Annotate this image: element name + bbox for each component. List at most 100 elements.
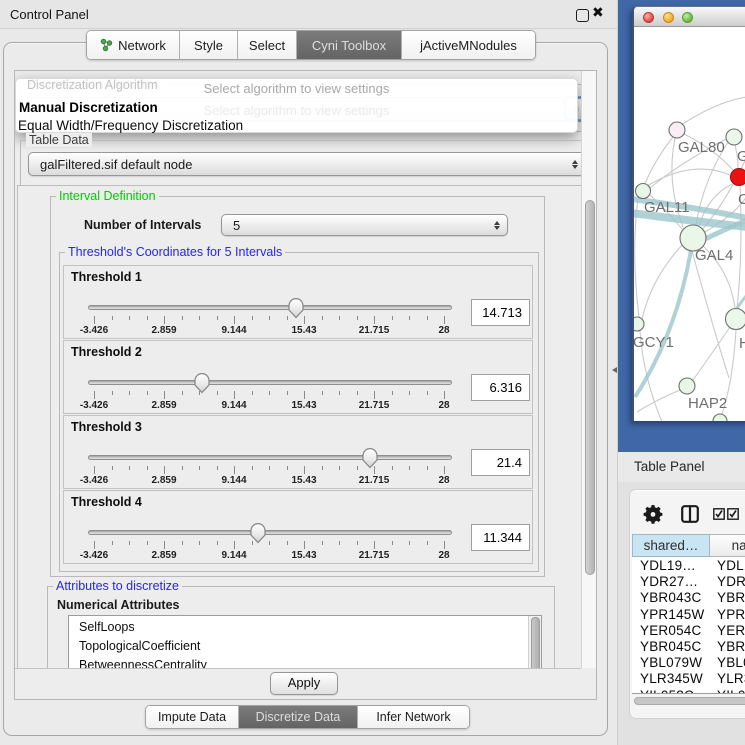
table-cell-shared-name: YDR27… <box>640 574 698 589</box>
table-row[interactable]: YBR043CYBR043C <box>632 590 745 607</box>
dropdown-item-equal-width[interactable]: Equal Width/Frequency Discretization <box>18 118 243 133</box>
close-traffic-light-icon[interactable] <box>643 12 654 23</box>
gear-icon[interactable] <box>643 504 663 524</box>
slider-tick <box>182 541 183 545</box>
network-edge[interactable] <box>645 137 673 184</box>
network-node-gcy1[interactable] <box>634 317 644 331</box>
settings-vertical-scrollbar[interactable] <box>581 71 596 668</box>
tab-impute-data[interactable]: Impute Data <box>146 706 239 728</box>
tab-label: Network <box>118 38 166 53</box>
table-header-row: shared…name <box>632 534 745 557</box>
close-icon[interactable]: ✖ <box>592 4 604 21</box>
attribute-list-item[interactable]: BetweennessCentrality <box>69 656 541 669</box>
slider-scale-label: 2.859 <box>151 400 176 411</box>
network-node-ga[interactable] <box>726 129 742 145</box>
threshold-value-field[interactable]: 6.316 <box>471 374 530 401</box>
threshold-value-field[interactable]: 21.4 <box>471 449 530 476</box>
table-column-header-name[interactable]: name <box>710 534 745 557</box>
network-node-label: GAL11 <box>644 199 690 216</box>
tab-style[interactable]: Style <box>180 31 238 59</box>
table-row[interactable]: YLR345WYLR345W <box>632 671 745 688</box>
network-edge[interactable] <box>647 169 730 186</box>
table-column-header-shared-name[interactable]: shared… <box>632 534 710 557</box>
minimize-traffic-light-icon[interactable] <box>663 12 674 23</box>
slider-thumb[interactable] <box>249 522 267 544</box>
slider-tick <box>392 466 393 470</box>
slider-tick <box>304 466 305 474</box>
number-of-intervals-combobox[interactable]: 5 <box>221 214 508 236</box>
network-node-hap2[interactable] <box>679 378 695 394</box>
threshold-1-box: Threshold 1-3.4262.8599.14415.4321.71528… <box>63 265 533 339</box>
checkbox-icon[interactable] <box>727 508 739 520</box>
slider-tick <box>269 316 270 320</box>
network-edge[interactable] <box>693 327 730 380</box>
attribute-list-item[interactable]: TopologicalCoefficient <box>69 637 541 656</box>
table-row[interactable]: YBL079WYBL079W <box>632 655 745 672</box>
threshold-3-box: Threshold 3-3.4262.8599.14415.4321.71528… <box>63 415 533 489</box>
table-row[interactable]: YDR27…YDR27 <box>632 574 745 591</box>
slider-tick <box>374 316 375 324</box>
slider-tick <box>94 391 95 399</box>
attributes-list-scrollbar-thumb[interactable] <box>531 617 540 669</box>
network-edge[interactable] <box>681 97 745 125</box>
network-window-titlebar[interactable] <box>634 7 745 27</box>
combo-stepper-icon <box>565 153 581 175</box>
slider-track[interactable] <box>88 530 452 535</box>
slider-scale-label: 15.43 <box>291 325 316 336</box>
tab-jactivemnodules[interactable]: jActiveMNodules <box>402 31 535 59</box>
slider-track[interactable] <box>88 380 452 385</box>
apply-button[interactable]: Apply <box>270 672 338 695</box>
slider-tick <box>269 541 270 545</box>
network-node-gal80[interactable] <box>669 122 685 138</box>
network-edge[interactable] <box>692 251 729 378</box>
threshold-value-field[interactable]: 11.344 <box>471 524 530 551</box>
slider-scale-label: 15.43 <box>291 400 316 411</box>
dropdown-item-manual-discretization[interactable]: Manual Discretization <box>19 100 158 115</box>
network-node-label: C <box>738 191 745 208</box>
network-node-gal11[interactable] <box>636 184 651 199</box>
table-row[interactable]: YER054CYER054C <box>632 623 745 640</box>
network-canvas[interactable]: GAL80GACGAL11GAL4GCY1HHAP2 <box>634 27 745 421</box>
tab-label: jActiveMNodules <box>420 38 517 53</box>
control-panel-titlebar <box>0 0 618 29</box>
table-data-combobox[interactable]: galFiltered.sif default node <box>28 152 581 176</box>
dropdown-prompt-item[interactable]: Select algorithm to view settings <box>16 81 577 96</box>
tab-discretize-data[interactable]: Discretize Data <box>239 706 358 728</box>
slider-scale-label: 9.144 <box>221 475 246 486</box>
table-row[interactable]: YPR145WYPR145W <box>632 607 745 624</box>
slider-thumb[interactable] <box>361 447 379 469</box>
split-columns-icon[interactable] <box>681 505 699 523</box>
slider-tick <box>357 316 358 320</box>
table-cell-shared-name: YPR145W <box>640 607 704 622</box>
zoom-traffic-light-icon[interactable] <box>682 12 693 23</box>
float-window-icon[interactable] <box>576 9 589 22</box>
attribute-list-item[interactable]: SelfLoops <box>69 618 541 637</box>
table-row[interactable]: YDL19…YDL19 <box>632 558 745 575</box>
numerical-attributes-list[interactable]: SelfLoopsTopologicalCoefficientBetweenne… <box>68 615 542 669</box>
checkbox-icon[interactable] <box>713 508 725 520</box>
slider-track[interactable] <box>88 455 452 460</box>
slider-track[interactable] <box>88 305 452 310</box>
table-horizontal-scrollbar-thumb[interactable] <box>634 697 745 705</box>
table-row[interactable]: YBR045CYBR045C <box>632 639 745 656</box>
attributes-list-scrollbar[interactable] <box>528 616 541 669</box>
network-edge[interactable] <box>637 390 680 412</box>
tab-label: Select <box>249 38 285 53</box>
network-node[interactable] <box>713 414 727 421</box>
slider-thumb[interactable] <box>193 372 211 394</box>
table-row[interactable]: YIL052CYIL052C <box>632 688 745 694</box>
network-node-h[interactable] <box>726 309 745 330</box>
split-collapse-arrow-icon[interactable] <box>612 367 617 373</box>
tab-infer-network[interactable]: Infer Network <box>358 706 469 728</box>
network-node-c[interactable] <box>731 169 745 186</box>
slider-scale-label: -3.426 <box>80 325 108 336</box>
tab-cyni-toolbox[interactable]: Cyni Toolbox <box>297 31 402 59</box>
slider-tick <box>252 466 253 470</box>
threshold-value-field[interactable]: 14.713 <box>471 299 530 326</box>
slider-thumb[interactable] <box>287 297 305 319</box>
settings-scrollbar-thumb[interactable] <box>585 200 595 575</box>
tab-select[interactable]: Select <box>238 31 297 59</box>
slider-tick <box>409 541 410 545</box>
slider-tick <box>357 541 358 545</box>
tab-network[interactable]: Network <box>87 31 180 59</box>
